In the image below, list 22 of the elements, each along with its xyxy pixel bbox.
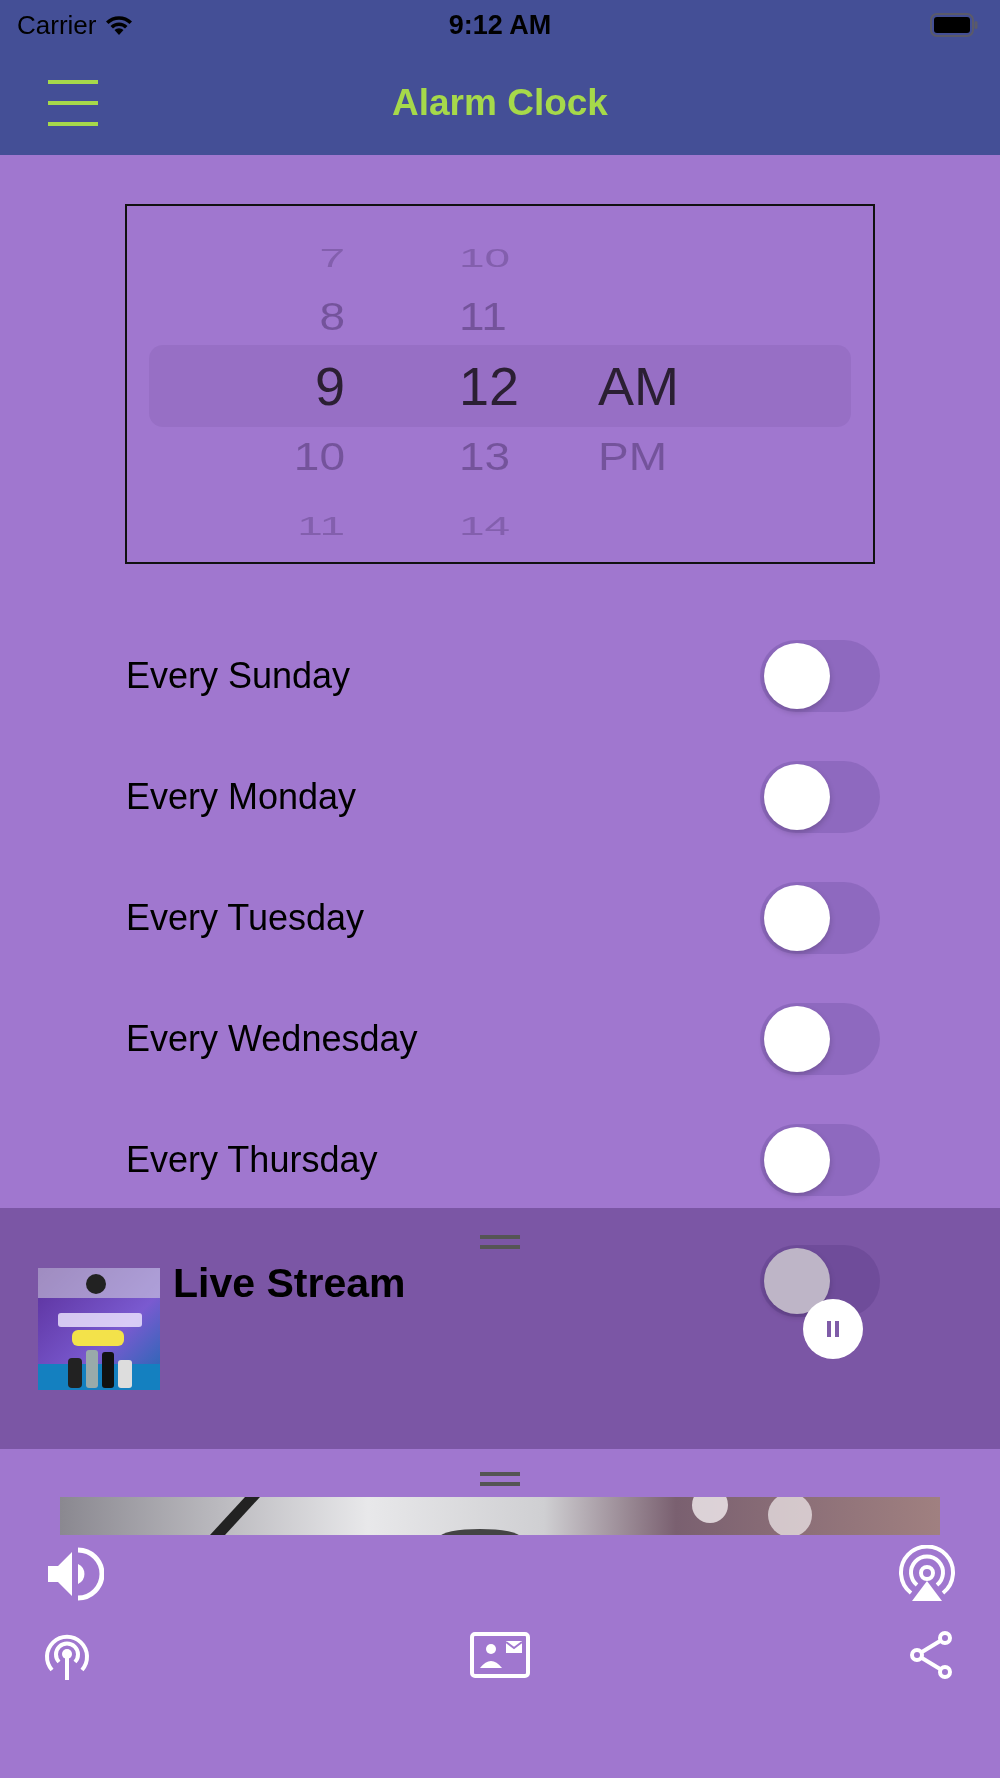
menu-icon[interactable]: [48, 78, 98, 127]
picker-value[interactable]: 12: [459, 359, 569, 413]
repeat-day-label: Every Sunday: [126, 654, 351, 697]
picker-value[interactable]: 9: [127, 359, 345, 413]
drag-handle-icon[interactable]: [480, 1472, 520, 1486]
picker-value[interactable]: AM: [598, 359, 708, 413]
contact-card-icon[interactable]: [469, 1632, 530, 1678]
airplay-icon[interactable]: [897, 1545, 957, 1603]
repeat-day-label: Every Wednesday: [126, 1017, 418, 1060]
carrier-name: Carrier: [17, 9, 97, 41]
repeat-day-label: Every Monday: [126, 775, 357, 818]
repeat-day-label: Every Thursday: [126, 1138, 378, 1181]
battery-icon: [930, 13, 978, 37]
speaker-icon[interactable]: [46, 1546, 104, 1602]
clock-time: 9:12 AM: [448, 9, 552, 41]
pause-button[interactable]: [803, 1299, 863, 1359]
wifi-icon: [104, 14, 135, 36]
repeat-day-label: Every Tuesday: [126, 896, 365, 939]
drag-handle-icon[interactable]: [480, 1235, 520, 1249]
screen-title: Alarm Clock: [392, 81, 608, 124]
share-icon[interactable]: [907, 1630, 955, 1680]
stream-title: Live Stream: [173, 1260, 406, 1307]
